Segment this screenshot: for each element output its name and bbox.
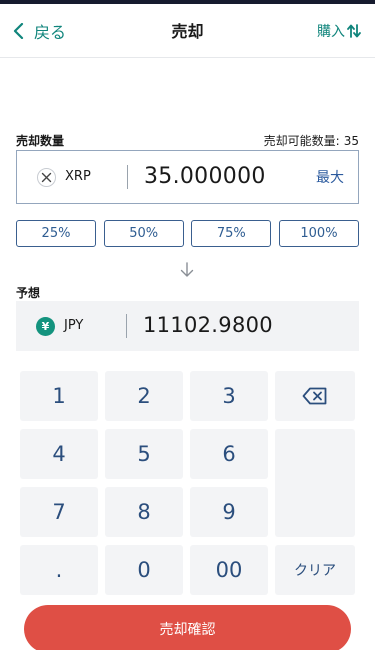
backspace-icon: [302, 387, 327, 405]
key-4[interactable]: 4: [20, 429, 98, 479]
percent-25-button[interactable]: 25%: [16, 220, 96, 247]
yen-icon: ¥: [36, 317, 55, 336]
key-5[interactable]: 5: [105, 429, 183, 479]
percent-100-button[interactable]: 100%: [278, 220, 359, 247]
divider: [127, 165, 128, 189]
blank-key: [275, 429, 355, 537]
quantity-label: 売却数量: [16, 134, 65, 148]
arrow-down-icon: [180, 262, 194, 277]
currency-name: JPY: [64, 318, 84, 333]
key-0[interactable]: 0: [105, 545, 183, 595]
key-1[interactable]: 1: [20, 371, 98, 421]
percent-buttons: 25% 50% 75% 100%: [16, 220, 359, 247]
buy-button[interactable]: 購入: [317, 19, 361, 43]
buy-label: 購入: [317, 24, 345, 40]
expected-output: ¥ JPY 11102.9800: [16, 301, 359, 351]
quantity-input[interactable]: XRP 35.000000 最大: [16, 150, 359, 204]
key-8[interactable]: 8: [105, 487, 183, 537]
xrp-icon: [37, 168, 56, 187]
key-2[interactable]: 2: [105, 371, 183, 421]
quantity-value: 35.000000: [144, 164, 266, 189]
backspace-key[interactable]: [275, 371, 355, 421]
expected-label: 予想: [16, 286, 41, 300]
key-9[interactable]: 9: [190, 487, 268, 537]
available-quantity: 売却可能数量: 35: [264, 132, 359, 149]
top-bar: 戻る 売却 購入: [0, 4, 375, 58]
percent-75-button[interactable]: 75%: [191, 220, 272, 247]
swap-arrows-icon: [347, 24, 361, 38]
clear-key[interactable]: クリア: [275, 545, 355, 595]
key-6[interactable]: 6: [190, 429, 268, 479]
available-label: 売却可能数量:: [263, 134, 340, 148]
key-00[interactable]: 00: [190, 545, 268, 595]
max-button[interactable]: 最大: [316, 167, 344, 187]
percent-50-button[interactable]: 50%: [103, 220, 184, 247]
key-7[interactable]: 7: [20, 487, 98, 537]
sell-confirm-button[interactable]: 売却確認: [24, 605, 351, 650]
key-decimal[interactable]: .: [20, 545, 98, 595]
available-value: 35: [343, 134, 359, 148]
divider: [126, 314, 127, 338]
coin-name: XRP: [65, 169, 91, 184]
expected-value: 11102.9800: [143, 313, 273, 337]
key-3[interactable]: 3: [190, 371, 268, 421]
